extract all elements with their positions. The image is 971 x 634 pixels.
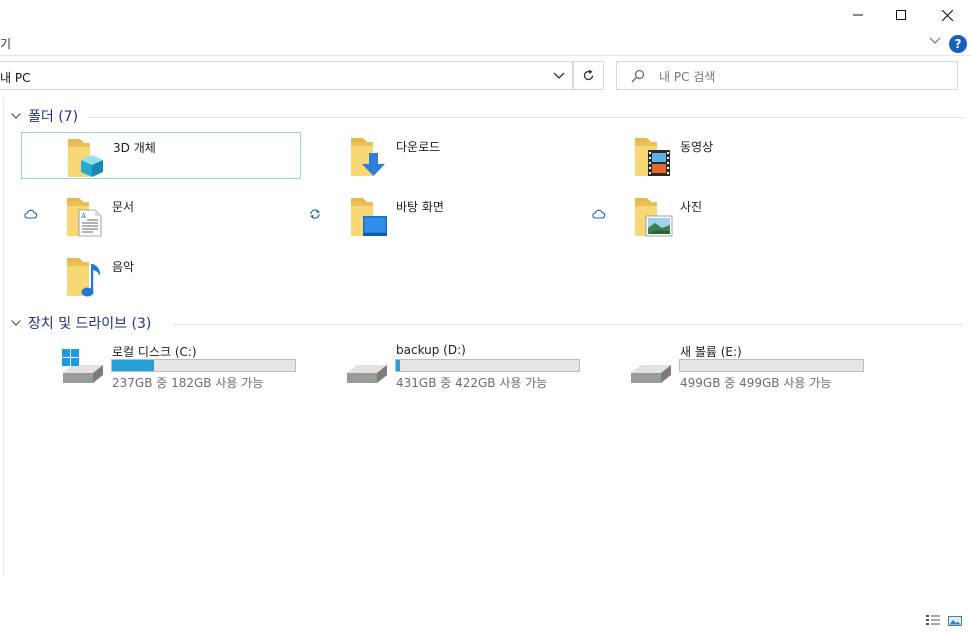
folder-music[interactable]: 음악 [21, 252, 301, 299]
drive-label: 로컬 디스크 (C:) [112, 345, 197, 359]
search-box[interactable]: 내 PC 검색 [616, 61, 958, 90]
cloud-icon [592, 209, 606, 219]
folder-3d-objects[interactable]: 3D 개체 [21, 132, 301, 179]
folder-videos[interactable]: 동영상 [589, 132, 869, 179]
drive-usage-bar [679, 359, 864, 372]
videos-folder-icon [635, 138, 670, 176]
help-icon[interactable]: ? [949, 35, 967, 53]
drive-c[interactable]: 로컬 디스크 (C:) 237GB 중 182GB 사용 가능 [60, 343, 344, 391]
group-divider [172, 324, 964, 325]
details-view-icon[interactable] [925, 614, 941, 628]
folder-label: 바탕 화면 [396, 200, 444, 214]
folder-pictures[interactable]: 사진 [589, 192, 869, 239]
music-folder-icon [67, 258, 101, 297]
folder-desktop[interactable]: 바탕 화면 [305, 192, 585, 239]
address-history-chevron-icon[interactable] [553, 72, 565, 80]
folder-label: 음악 [112, 260, 135, 274]
drive-e[interactable]: 새 볼륨 (E:) 499GB 중 499GB 사용 가능 [628, 343, 912, 391]
collapse-chevron-icon[interactable] [10, 110, 22, 122]
search-icon [631, 69, 645, 83]
desktop-folder-icon [351, 198, 387, 236]
pictures-folder-icon [635, 198, 673, 237]
sync-icon [310, 209, 320, 219]
3d-objects-folder-icon [68, 139, 103, 177]
drive-usage-bar [111, 359, 296, 372]
drive-space-text: 237GB 중 182GB 사용 가능 [112, 376, 264, 390]
navigation-pane-edge[interactable] [0, 98, 4, 576]
large-icons-view-icon[interactable] [947, 614, 963, 628]
drive-usage-bar [395, 359, 580, 372]
collapse-chevron-icon[interactable] [10, 317, 22, 329]
drive-usage-fill [396, 360, 400, 371]
folder-label: 다운로드 [396, 140, 441, 154]
windows-drive-icon [62, 349, 103, 383]
drive-label: 새 볼륨 (E:) [680, 345, 742, 359]
group-divider [88, 117, 964, 118]
maximize-button[interactable] [878, 0, 924, 30]
hard-drive-icon [347, 365, 387, 383]
folder-downloads[interactable]: 다운로드 [305, 132, 585, 179]
drive-space-text: 431GB 중 422GB 사용 가능 [396, 376, 548, 390]
drive-space-text: 499GB 중 499GB 사용 가능 [680, 376, 832, 390]
minimize-icon [853, 14, 863, 16]
folder-documents[interactable]: A 문서 [21, 192, 301, 239]
drive-label: backup (D:) [396, 343, 466, 357]
refresh-icon [583, 69, 594, 81]
drives-group-header[interactable]: 장치 및 드라이브 (3) [10, 313, 151, 333]
folder-label: 사진 [680, 200, 703, 214]
hard-drive-icon [631, 365, 671, 383]
address-bar[interactable]: 내 PC [0, 61, 573, 90]
address-path[interactable]: 내 PC [0, 69, 30, 86]
maximize-icon [896, 10, 906, 20]
drive-usage-fill [112, 360, 155, 371]
refresh-button[interactable] [573, 61, 604, 90]
title-bar [0, 0, 971, 30]
search-placeholder: 내 PC 검색 [659, 70, 716, 84]
close-icon [941, 9, 953, 21]
close-button[interactable] [924, 0, 970, 30]
minimize-button[interactable] [835, 0, 881, 30]
ribbon-tab-fragment[interactable]: 기 [0, 35, 11, 52]
cloud-icon [24, 209, 38, 219]
folders-group-header[interactable]: 폴더 (7) [10, 106, 78, 126]
downloads-folder-icon [351, 138, 385, 176]
documents-folder-icon: A [67, 198, 102, 237]
folder-label: 3D 개체 [113, 141, 156, 155]
folders-group-title: 폴더 (7) [28, 109, 79, 125]
drive-d[interactable]: backup (D:) 431GB 중 422GB 사용 가능 [344, 343, 628, 391]
ribbon-bar: 기 [0, 30, 971, 56]
expand-ribbon-chevron-icon[interactable] [929, 37, 941, 45]
drives-group-title: 장치 및 드라이브 (3) [28, 316, 152, 332]
folder-label: 문서 [112, 200, 135, 214]
folder-label: 동영상 [680, 140, 714, 154]
svg-text:A: A [80, 212, 87, 220]
